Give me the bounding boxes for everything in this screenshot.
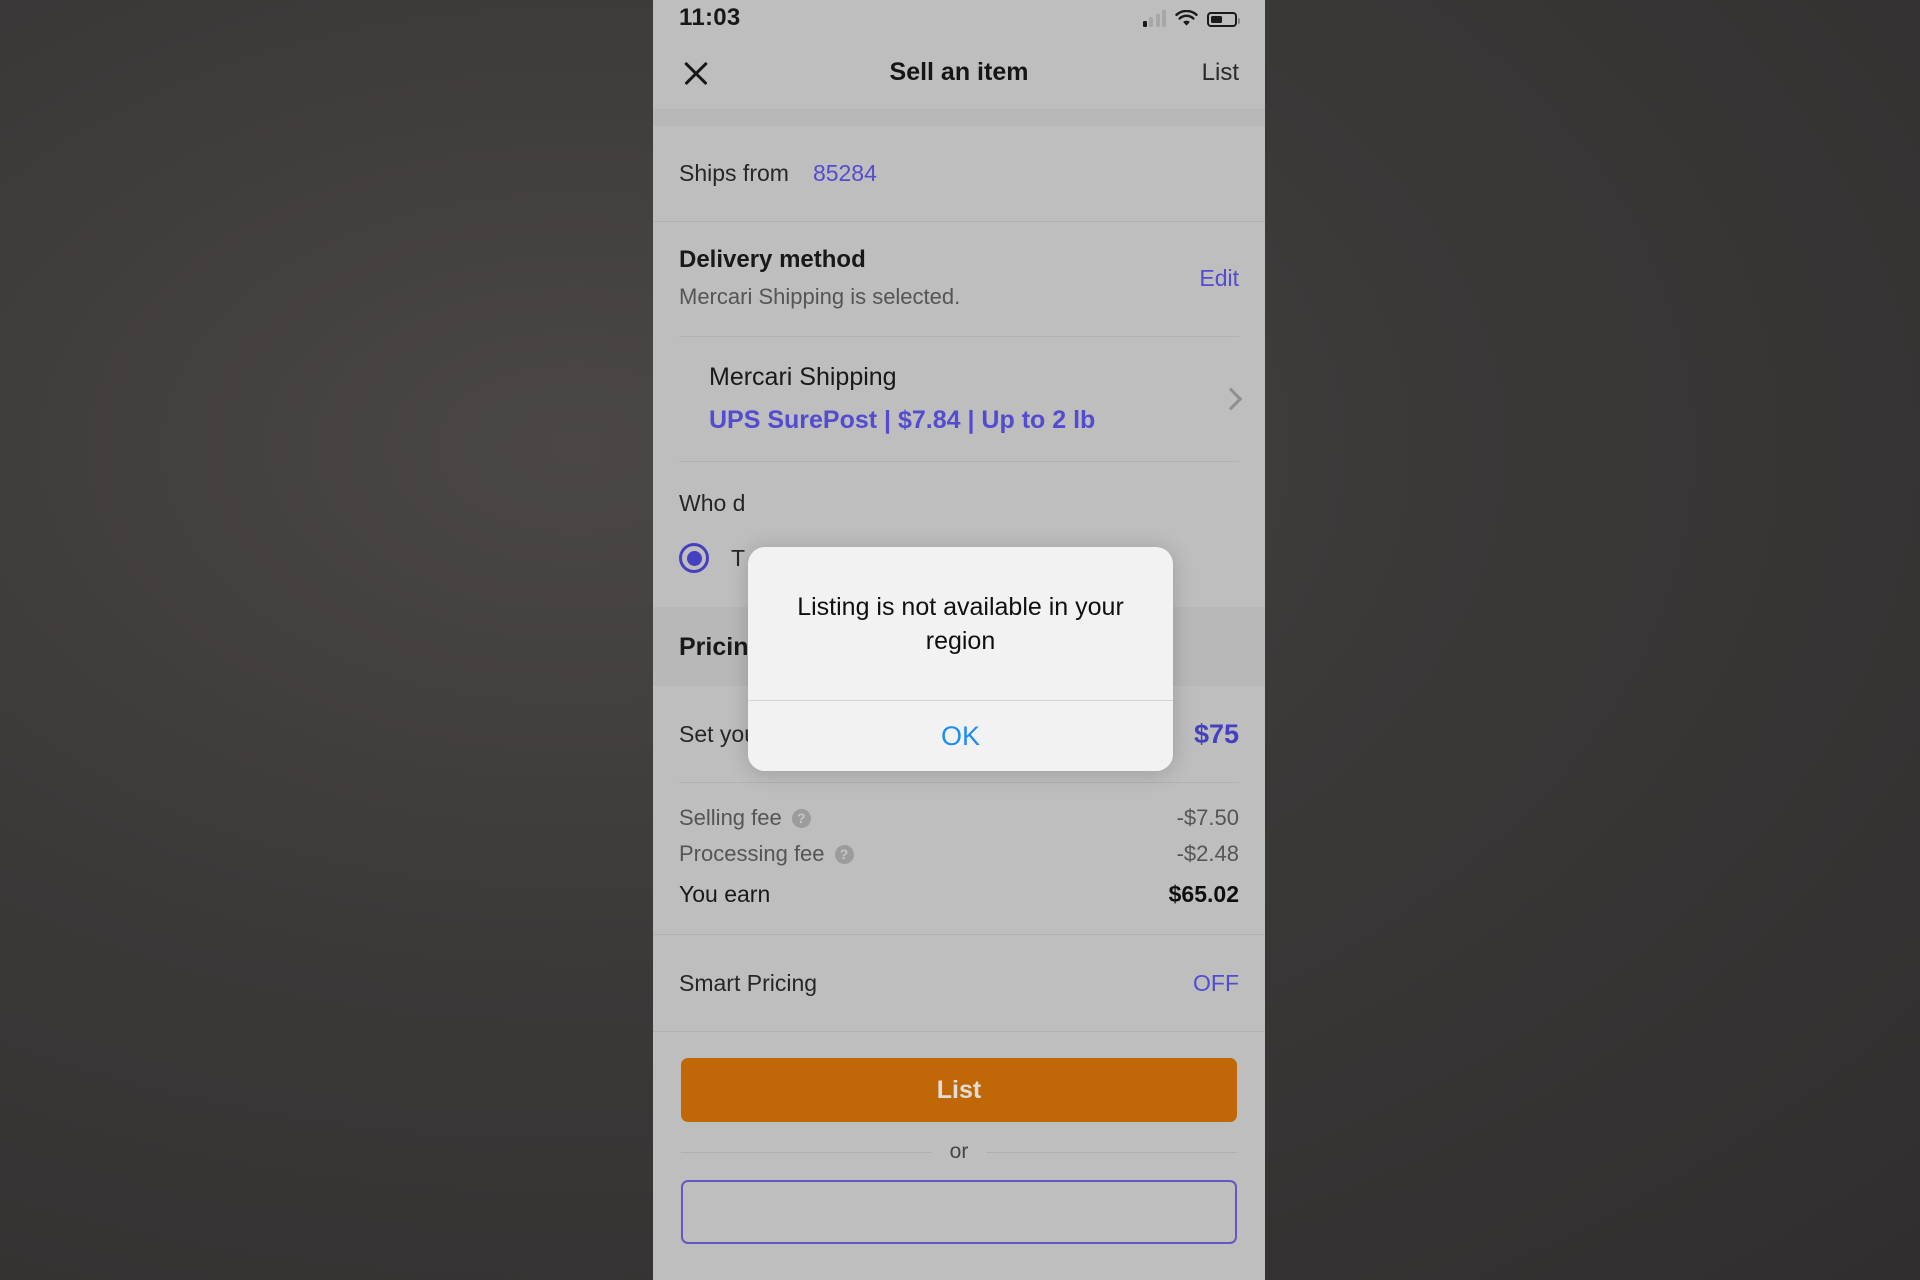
alert-dialog: Listing is not available in your region … — [748, 547, 1173, 771]
alert-body: Listing is not available in your region — [748, 547, 1173, 700]
alert-ok-button[interactable]: OK — [748, 701, 1173, 771]
alert-message: Listing is not available in your region — [797, 593, 1124, 655]
